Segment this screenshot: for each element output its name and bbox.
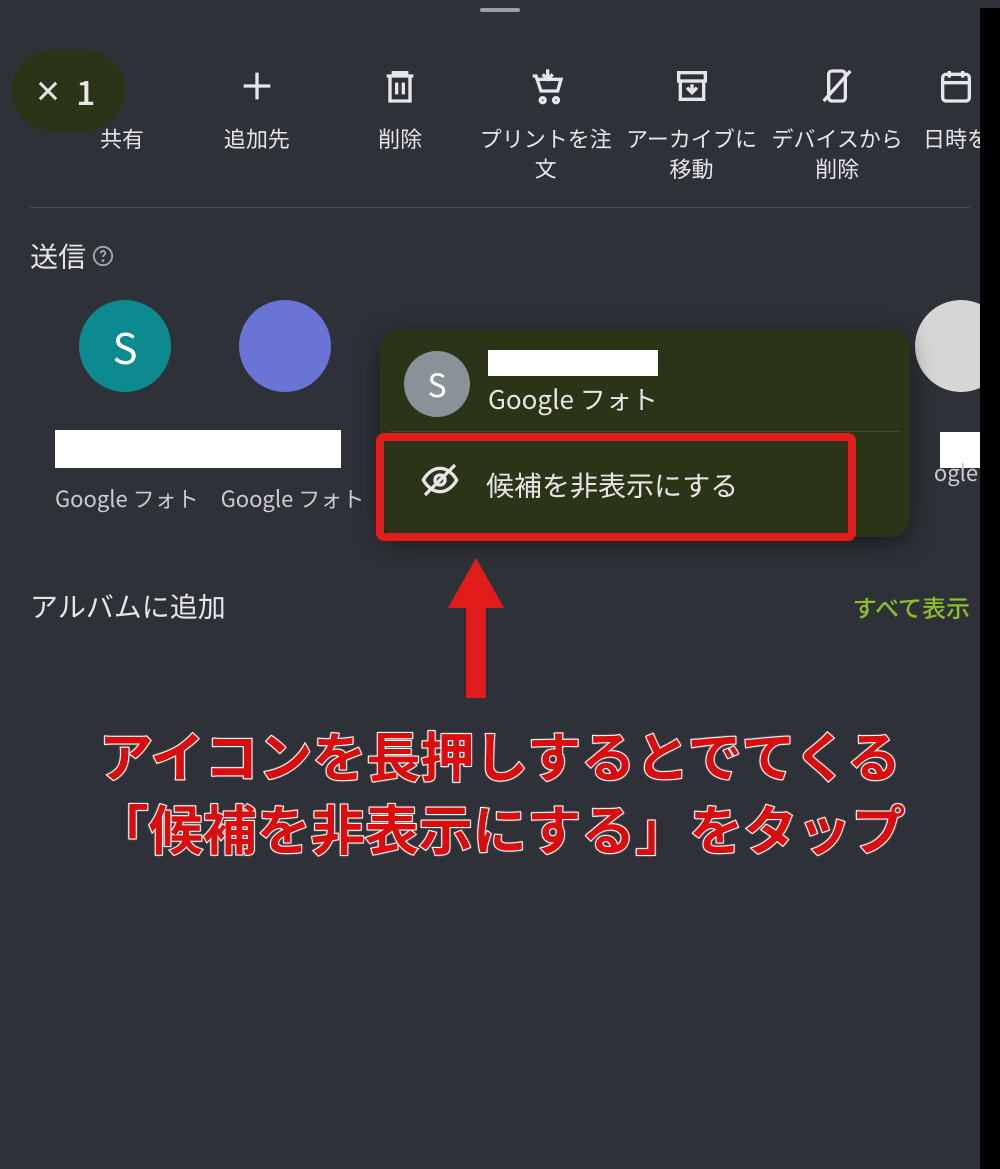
delete-from-device-label: デバイスから削除 (766, 124, 908, 183)
phone-remove-icon (817, 66, 857, 106)
order-print-action[interactable]: プリントを注文 (475, 26, 617, 183)
calendar-icon (936, 66, 976, 106)
annotation-line1: アイコンを長押しするとでてくる (0, 718, 1000, 791)
annotation-line2: 「候補を非表示にする」をタップ (0, 791, 1000, 864)
delete-action[interactable]: 削除 (329, 26, 471, 154)
avatar-initial: S (112, 316, 137, 377)
share-label: 共有 (100, 124, 144, 154)
annotation-arrow (446, 558, 506, 703)
popup-app-label: Google フォト (488, 380, 658, 417)
avatar: S (404, 351, 470, 417)
hide-suggestion-label: 候補を非表示にする (486, 465, 738, 505)
avatar-initial: S (427, 361, 446, 407)
redacted-name (55, 430, 341, 468)
drag-handle[interactable] (480, 8, 520, 12)
avatar: S (79, 300, 171, 392)
show-all-link[interactable]: すべて表示 (853, 589, 970, 624)
annotation-text: アイコンを長押しするとでてくる 「候補を非表示にする」をタップ (0, 718, 1000, 864)
send-title-text: 送信 (30, 236, 86, 276)
delete-from-device-action[interactable]: デバイスから削除 (766, 26, 908, 183)
order-print-label: プリントを注文 (475, 124, 617, 183)
album-title: アルバムに追加 (30, 586, 226, 626)
context-popup: S Google フォト 候補を非表示にする (380, 330, 910, 537)
trash-icon (380, 66, 420, 106)
hide-suggestion-button[interactable]: 候補を非表示にする (380, 432, 910, 537)
contact-app-label: Google フォト (55, 482, 199, 514)
eye-off-icon (420, 460, 460, 509)
add-to-action[interactable]: 追加先 (188, 26, 325, 154)
add-to-label: 追加先 (224, 124, 290, 154)
redacted-name (488, 350, 658, 376)
edge-shadow (980, 8, 1000, 1169)
share-action[interactable]: 共有 (59, 26, 184, 154)
send-section-title: 送信 (0, 208, 1000, 300)
delete-label: 削除 (378, 124, 422, 154)
help-icon[interactable] (92, 245, 114, 267)
cart-icon (526, 66, 566, 106)
action-toolbar: 1 共有 追加先 削除 プリントを注文 アーカイブに移動 デバイスから削除 日時… (0, 16, 1000, 207)
avatar (239, 300, 331, 392)
popup-contact-header[interactable]: S Google フォト (380, 330, 910, 431)
contact-app-label: Google フォト (221, 482, 365, 514)
archive-label: アーカイブに移動 (621, 124, 763, 183)
close-icon (34, 66, 62, 115)
plus-icon (237, 66, 277, 106)
archive-action[interactable]: アーカイブに移動 (621, 26, 763, 183)
archive-icon (672, 66, 712, 106)
